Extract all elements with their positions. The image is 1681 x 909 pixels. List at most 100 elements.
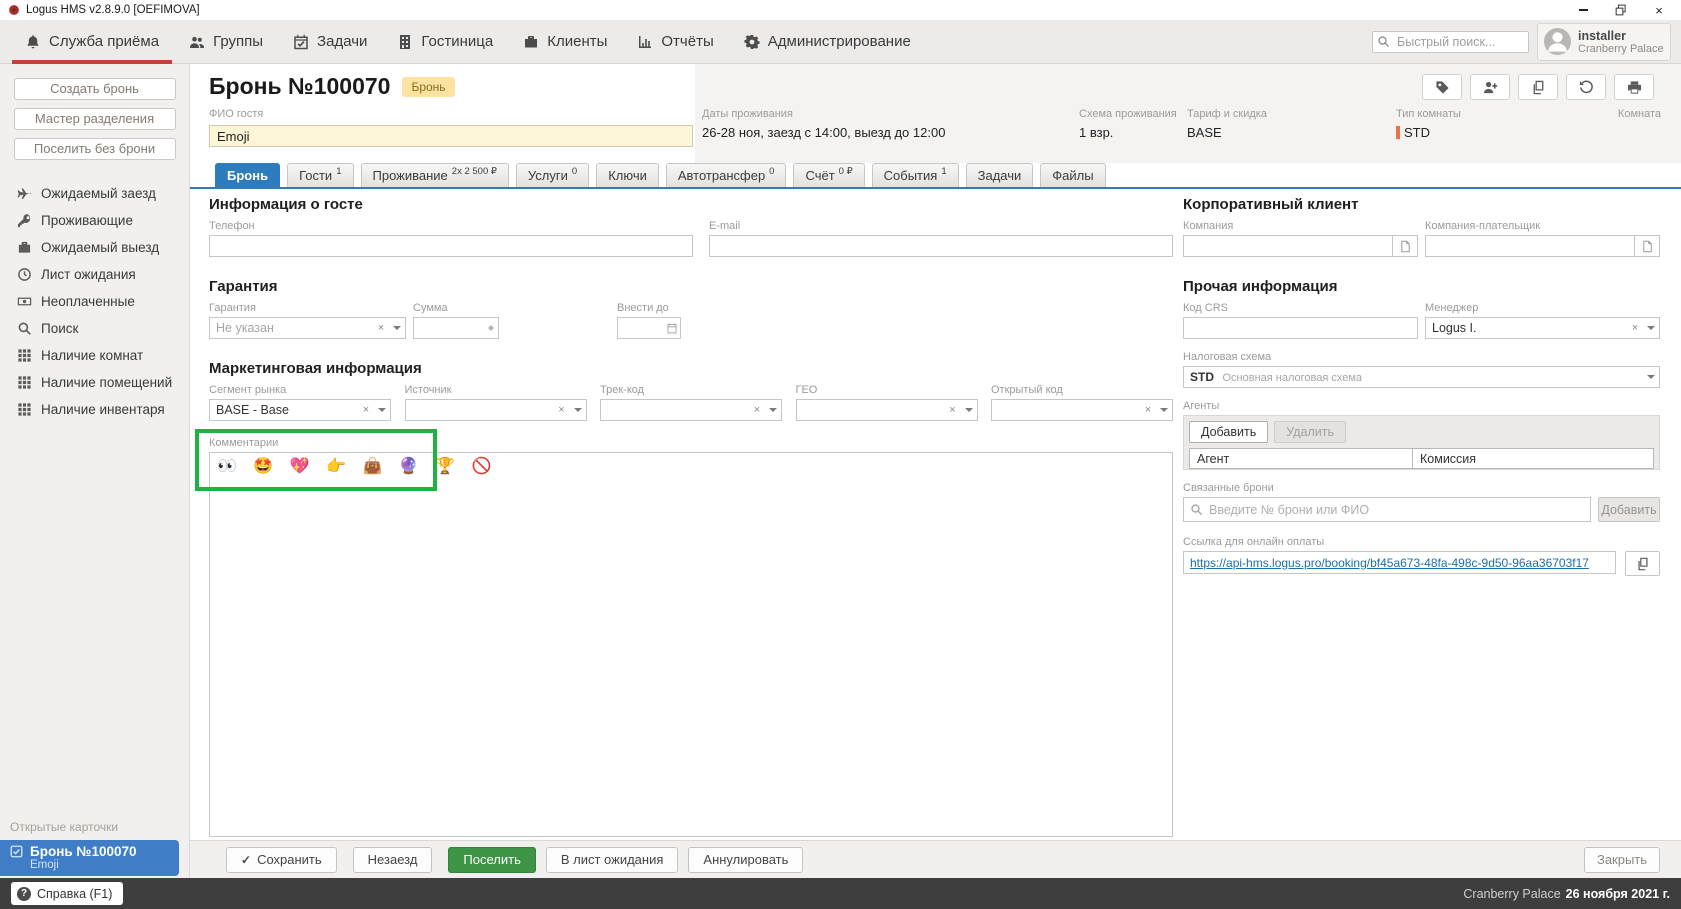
- payment-link[interactable]: https://api-hms.logus.pro/booking/bf45a6…: [1190, 556, 1589, 570]
- nav-item-tasks[interactable]: Задачи: [278, 20, 382, 64]
- tab-invoice[interactable]: Счёт0 ₽: [793, 163, 864, 187]
- agent-delete-button[interactable]: Удалить: [1274, 421, 1346, 443]
- open-card-subtitle: Emoji: [30, 859, 171, 871]
- open-code-select[interactable]: ×: [991, 399, 1173, 421]
- comments-textarea[interactable]: 👀 🤩 💖 👉 👜 🔮 🏆 🚫: [209, 452, 1173, 837]
- waitlist-button[interactable]: В лист ожидания: [546, 847, 679, 873]
- clear-icon[interactable]: ×: [945, 400, 961, 420]
- tab-tasks[interactable]: Задачи: [966, 163, 1034, 187]
- chevron-down-icon[interactable]: [1643, 367, 1659, 387]
- company-card-button[interactable]: [1392, 235, 1418, 257]
- linked-booking-search-input[interactable]: [1209, 503, 1584, 517]
- manager-select[interactable]: Logus I. ×: [1425, 317, 1660, 339]
- chevron-down-icon[interactable]: [1156, 400, 1172, 420]
- check-in-button[interactable]: Поселить: [448, 847, 535, 873]
- copy-icon: [1636, 557, 1650, 571]
- sidebar-item-in-house[interactable]: Проживающие: [0, 207, 189, 234]
- tab-files[interactable]: Файлы: [1040, 163, 1105, 187]
- clear-icon[interactable]: ×: [554, 400, 570, 420]
- history-button[interactable]: [1566, 74, 1606, 100]
- split-wizard-button[interactable]: Мастер разделения: [14, 108, 176, 130]
- chevron-down-icon[interactable]: [374, 400, 390, 420]
- guarantee-select[interactable]: Не указан ×: [209, 317, 406, 339]
- help-button[interactable]: ? Справка (F1): [11, 882, 123, 905]
- sidebar-item-expected-arrival[interactable]: Ожидаемый заезд: [0, 180, 189, 207]
- sidebar-item-expected-departure[interactable]: Ожидаемый выезд: [0, 234, 189, 261]
- open-code-label: Открытый код: [991, 384, 1173, 396]
- sidebar: Создать бронь Мастер разделения Поселить…: [0, 64, 190, 878]
- company-input[interactable]: [1183, 235, 1393, 257]
- sidebar-item-unpaid[interactable]: Неоплаченные: [0, 288, 189, 315]
- copy-link-button[interactable]: [1625, 551, 1660, 576]
- nav-item-hotel[interactable]: Гостиница: [382, 20, 508, 64]
- checkin-without-booking-button[interactable]: Поселить без брони: [14, 138, 176, 160]
- tab-transfer[interactable]: Автотрансфер0: [666, 163, 787, 187]
- email-input[interactable]: [709, 235, 1173, 257]
- nav-item-reports[interactable]: Отчёты: [622, 20, 728, 64]
- quick-search-input[interactable]: [1372, 31, 1529, 53]
- sidebar-item-waitlist[interactable]: Лист ожидания: [0, 261, 189, 288]
- payer-company-input[interactable]: [1425, 235, 1635, 257]
- linked-booking-add-button[interactable]: Добавить: [1598, 497, 1660, 522]
- sidebar-item-space-availability[interactable]: Наличие помещений: [0, 369, 189, 396]
- chevron-down-icon[interactable]: [570, 400, 586, 420]
- sidebar-item-search[interactable]: Поиск: [0, 315, 189, 342]
- nav-item-groups[interactable]: Группы: [174, 20, 278, 64]
- sidebar-item-room-availability[interactable]: Наличие комнат: [0, 342, 189, 369]
- status-badge: Бронь: [402, 77, 454, 97]
- nav-label: Отчёты: [661, 33, 713, 50]
- nav-item-administration[interactable]: Администрирование: [729, 20, 926, 64]
- crs-code-input[interactable]: [1183, 317, 1418, 339]
- agent-add-button[interactable]: Добавить: [1189, 421, 1268, 443]
- guest-name-input[interactable]: [209, 125, 693, 147]
- tab-guests[interactable]: Гости1: [287, 163, 353, 187]
- tab-booking[interactable]: Бронь: [215, 163, 280, 187]
- clear-icon[interactable]: ×: [358, 400, 374, 420]
- close-card-button[interactable]: Закрыть: [1584, 847, 1660, 873]
- clear-icon[interactable]: ×: [1140, 400, 1156, 420]
- spinner-icons[interactable]: [484, 318, 498, 338]
- sidebar-item-label: Проживающие: [41, 213, 133, 228]
- calendar-icon[interactable]: [664, 318, 680, 338]
- tab-stay[interactable]: Проживание2x 2 500 ₽: [361, 163, 509, 187]
- user-menu[interactable]: installer Cranberry Palace: [1537, 23, 1671, 61]
- tags-button[interactable]: [1422, 74, 1462, 100]
- due-date-input[interactable]: [617, 317, 681, 339]
- restore-button[interactable]: [1613, 3, 1629, 17]
- add-guest-button[interactable]: [1470, 74, 1510, 100]
- clear-icon[interactable]: ×: [749, 400, 765, 420]
- close-window-button[interactable]: ×: [1651, 3, 1667, 17]
- create-booking-button[interactable]: Создать бронь: [14, 78, 176, 100]
- clear-icon[interactable]: ×: [373, 318, 389, 338]
- amount-stepper[interactable]: [413, 317, 499, 339]
- tax-scheme-select[interactable]: STD Основная налоговая схема: [1183, 366, 1660, 388]
- agents-table-header: Агент Комиссия: [1189, 448, 1654, 469]
- source-select[interactable]: ×: [405, 399, 587, 421]
- open-card-booking[interactable]: Бронь №100070 Emoji: [0, 840, 179, 876]
- chevron-down-icon[interactable]: [1643, 318, 1659, 338]
- chevron-down-icon[interactable]: [389, 318, 405, 338]
- chevron-down-icon[interactable]: [765, 400, 781, 420]
- room-label: Комната: [1610, 108, 1661, 120]
- no-show-button[interactable]: Незаезд: [353, 847, 433, 873]
- nav-item-clients[interactable]: Клиенты: [508, 20, 622, 64]
- tab-services[interactable]: Услуги0: [516, 163, 589, 187]
- print-button[interactable]: [1614, 74, 1654, 100]
- banknote-icon: [17, 294, 32, 309]
- copy-booking-button[interactable]: [1518, 74, 1558, 100]
- clear-icon[interactable]: ×: [1627, 318, 1643, 338]
- annul-button[interactable]: Аннулировать: [688, 847, 803, 873]
- phone-input[interactable]: [209, 235, 693, 257]
- sidebar-item-inventory-availability[interactable]: Наличие инвентаря: [0, 396, 189, 423]
- market-segment-select[interactable]: BASE - Base ×: [209, 399, 391, 421]
- geo-select[interactable]: ×: [796, 399, 978, 421]
- agents-panel: Добавить Удалить Агент Комиссия: [1183, 415, 1660, 470]
- nav-item-front-desk[interactable]: Служба приёма: [10, 20, 174, 64]
- save-button[interactable]: ✓ Сохранить: [226, 847, 337, 873]
- tab-keys[interactable]: Ключи: [596, 163, 659, 187]
- payer-card-button[interactable]: [1634, 235, 1660, 257]
- minimize-button[interactable]: [1575, 3, 1591, 17]
- chevron-down-icon[interactable]: [961, 400, 977, 420]
- tab-events[interactable]: События1: [872, 163, 959, 187]
- track-code-select[interactable]: ×: [600, 399, 782, 421]
